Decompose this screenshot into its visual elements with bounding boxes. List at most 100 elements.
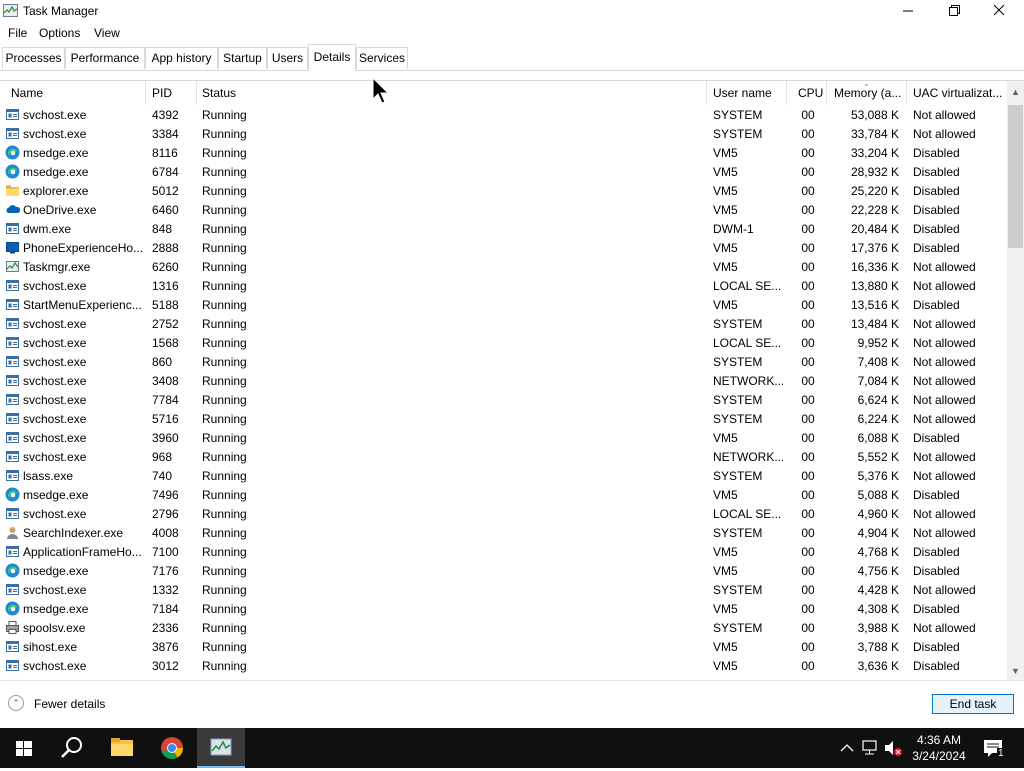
column-divider[interactable] [906, 81, 907, 105]
scroll-down-arrow-icon[interactable]: ▼ [1007, 663, 1024, 680]
table-row[interactable]: SearchIndexer.exe 4008 Running SYSTEM 00 4,90… [0, 523, 1006, 542]
table-row[interactable]: spoolsv.exe 2336 Running SYSTEM 00 3,988 K Not… [0, 618, 1006, 637]
process-user-name: SYSTEM [713, 621, 763, 635]
tab-details[interactable]: Details [308, 44, 356, 71]
table-row[interactable]: msedge.exe 7496 Running VM5 00 5,088 K Disable… [0, 485, 1006, 504]
process-pid: 6784 [152, 165, 179, 179]
volume-tray-button[interactable] [882, 728, 904, 768]
column-header-name[interactable]: Name [11, 86, 43, 100]
process-user-name: VM5 [713, 602, 738, 616]
process-uac: Not allowed [913, 374, 976, 388]
start-button[interactable] [0, 728, 48, 768]
end-task-button[interactable]: End task [932, 694, 1014, 714]
column-divider[interactable] [706, 81, 707, 105]
process-name: svchost.exe [23, 355, 87, 369]
table-row[interactable]: explorer.exe 5012 Running VM5 00 25,220 K Disa… [0, 181, 1006, 200]
column-header-pid[interactable]: PID [152, 86, 172, 100]
table-row[interactable]: sihost.exe 3876 Running VM5 00 3,788 K Disable… [0, 637, 1006, 656]
column-header-user-name[interactable]: User name [713, 86, 772, 100]
notification-center-button[interactable]: 1 [980, 728, 1010, 768]
menu-file[interactable]: File [8, 26, 27, 40]
restore-button[interactable] [931, 0, 977, 22]
process-status: Running [202, 526, 247, 540]
table-row[interactable]: svchost.exe 968 Running NETWORK... 00 5,552 K… [0, 447, 1006, 466]
tab-startup[interactable]: Startup [218, 47, 267, 69]
column-divider[interactable] [196, 81, 197, 105]
table-row[interactable]: PhoneExperienceHo... 2888 Running VM5 00 17,3… [0, 238, 1006, 257]
process-name: msedge.exe [23, 602, 89, 616]
process-user-name: SYSTEM [713, 317, 763, 331]
process-memory: 5,088 K [857, 488, 899, 502]
show-hidden-icons-button[interactable] [836, 728, 858, 768]
edge-icon [5, 563, 20, 578]
tab-services[interactable]: Services [356, 47, 408, 69]
table-row[interactable]: svchost.exe 2752 Running SYSTEM 00 13,484 K No… [0, 314, 1006, 333]
column-divider[interactable] [826, 81, 827, 105]
taskbar-file-explorer[interactable] [98, 728, 146, 768]
process-cpu: 00 [801, 488, 815, 502]
minimize-button[interactable] [885, 0, 931, 22]
process-cpu: 00 [801, 317, 815, 331]
process-pid: 968 [152, 450, 173, 464]
table-row[interactable]: lsass.exe 740 Running SYSTEM 00 5,376 K Not al… [0, 466, 1006, 485]
process-pid: 860 [152, 355, 173, 369]
process-status: Running [202, 317, 247, 331]
column-divider[interactable] [786, 81, 787, 105]
table-row[interactable]: msedge.exe 8116 Running VM5 00 33,204 K Disabl… [0, 143, 1006, 162]
close-button[interactable] [977, 0, 1023, 22]
table-row[interactable]: msedge.exe 6784 Running VM5 00 28,932 K Disabl… [0, 162, 1006, 181]
table-row[interactable]: svchost.exe 1568 Running LOCAL SE... 00 9,952… [0, 333, 1006, 352]
table-row[interactable]: svchost.exe 1332 Running SYSTEM 00 4,428 K Not… [0, 580, 1006, 599]
scrollbar-thumb[interactable] [1008, 105, 1023, 248]
table-row[interactable]: StartMenuExperienc... 5188 Running VM5 00 13,… [0, 295, 1006, 314]
process-pid: 3408 [152, 374, 179, 388]
tab-users[interactable]: Users [267, 47, 308, 69]
process-cpu: 00 [801, 279, 815, 293]
menu-view[interactable]: View [94, 26, 120, 40]
tab-processes[interactable]: Processes [2, 47, 65, 69]
process-cpu: 00 [801, 583, 815, 597]
vertical-scrollbar[interactable]: ▲ ▼ [1007, 81, 1024, 680]
table-row[interactable]: ApplicationFrameHo... 7100 Running VM5 00 4,7… [0, 542, 1006, 561]
table-row[interactable]: svchost.exe 7784 Running SYSTEM 00 6,624 K Not… [0, 390, 1006, 409]
mouse-cursor-icon [372, 77, 390, 104]
column-header-uac[interactable]: UAC virtualizat... [913, 86, 1003, 100]
taskbar-task-manager[interactable] [197, 728, 245, 768]
process-cpu: 00 [801, 640, 815, 654]
process-name: svchost.exe [23, 127, 87, 141]
process-memory: 13,516 K [850, 298, 899, 312]
process-uac: Not allowed [913, 260, 976, 274]
table-row[interactable]: Taskmgr.exe 6260 Running VM5 00 16,336 K Not a… [0, 257, 1006, 276]
table-row[interactable]: svchost.exe 3012 Running VM5 00 3,636 K Disabl… [0, 656, 1006, 675]
column-header-memory[interactable]: Memory (a... [834, 86, 904, 100]
table-row[interactable]: msedge.exe 7184 Running VM5 00 4,308 K Disable… [0, 599, 1006, 618]
table-row[interactable]: msedge.exe 7176 Running VM5 00 4,756 K Disable… [0, 561, 1006, 580]
taskbar-chrome[interactable] [148, 728, 196, 768]
taskbar-clock[interactable]: 4:36 AM 3/24/2024 [906, 732, 972, 764]
table-row[interactable]: svchost.exe 860 Running SYSTEM 00 7,408 K Not … [0, 352, 1006, 371]
tab-performance[interactable]: Performance [65, 47, 145, 69]
table-row[interactable]: svchost.exe 3408 Running NETWORK... 00 7,084 … [0, 371, 1006, 390]
table-row[interactable]: svchost.exe 1316 Running LOCAL SE... 00 13,88… [0, 276, 1006, 295]
process-cpu: 00 [801, 659, 815, 673]
table-row[interactable]: dwm.exe 848 Running DWM-1 00 20,484 K Disabled [0, 219, 1006, 238]
column-header-cpu[interactable]: CPU [798, 86, 823, 100]
scroll-up-arrow-icon[interactable]: ▲ [1007, 84, 1024, 101]
tab-app-history[interactable]: App history [145, 47, 218, 69]
menu-options[interactable]: Options [39, 26, 80, 40]
table-row[interactable]: svchost.exe 5716 Running SYSTEM 00 6,224 K Not… [0, 409, 1006, 428]
table-row[interactable]: svchost.exe 3384 Running SYSTEM 00 33,784 K No… [0, 124, 1006, 143]
service-icon [6, 223, 19, 234]
process-cpu: 00 [801, 355, 815, 369]
column-divider[interactable] [145, 81, 146, 105]
printer-icon [6, 621, 19, 634]
column-header-status[interactable]: Status [202, 86, 236, 100]
taskbar-search-button[interactable] [48, 728, 96, 768]
table-row[interactable]: OneDrive.exe 6460 Running VM5 00 22,228 K Disa… [0, 200, 1006, 219]
network-tray-button[interactable] [859, 728, 881, 768]
fewer-details-label[interactable]: Fewer details [34, 697, 105, 711]
table-row[interactable]: svchost.exe 4392 Running SYSTEM 00 53,088 K No… [0, 105, 1006, 124]
table-row[interactable]: svchost.exe 3960 Running VM5 00 6,088 K Disabl… [0, 428, 1006, 447]
process-name: msedge.exe [23, 564, 89, 578]
table-row[interactable]: svchost.exe 2796 Running LOCAL SE... 00 4,960… [0, 504, 1006, 523]
